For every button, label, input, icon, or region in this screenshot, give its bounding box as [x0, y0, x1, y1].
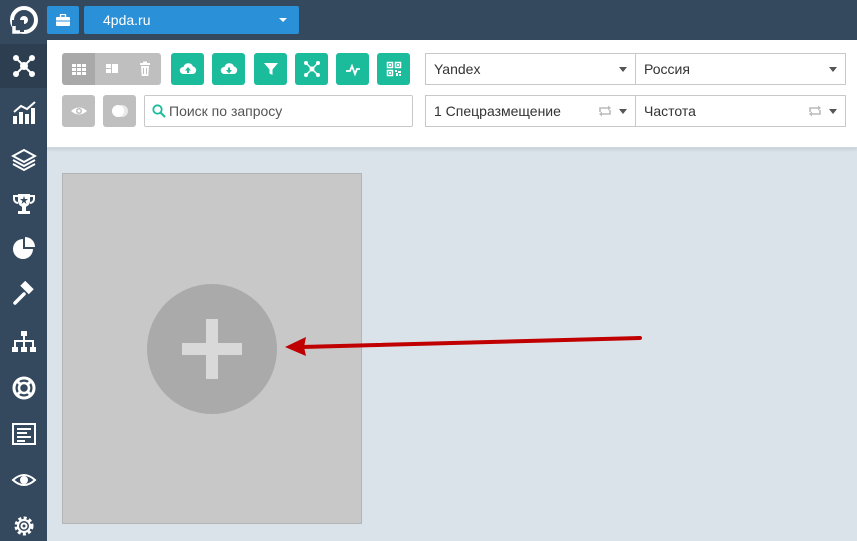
sidebar-item-layers[interactable]: [0, 138, 47, 182]
top-bar: 4pda.ru: [0, 0, 857, 40]
delete-button[interactable]: [128, 53, 161, 85]
list-view-button[interactable]: [95, 53, 128, 85]
toolbar: Yandex Россия 1 Спецразмещение Частота: [47, 40, 857, 148]
site-selector[interactable]: 4pda.ru: [84, 6, 299, 34]
cloud-upload-icon: [179, 63, 196, 74]
sidebar-item-report[interactable]: [0, 412, 47, 456]
chevron-down-icon: [619, 67, 627, 72]
search-engine-value: Yandex: [434, 61, 481, 77]
sidebar-item-support[interactable]: [0, 366, 47, 410]
region-select[interactable]: Россия: [635, 53, 846, 85]
trend-icon: [345, 63, 360, 77]
annotation-arrow: [285, 336, 642, 356]
report-icon: [11, 423, 36, 445]
briefcase-button[interactable]: [47, 6, 79, 34]
sort-value: Частота: [644, 103, 696, 119]
sidebar-item-network[interactable]: [0, 44, 47, 88]
position-select[interactable]: 1 Спецразмещение: [425, 95, 636, 127]
chevron-down-icon: [829, 109, 837, 114]
sidebar-item-settings[interactable]: [0, 504, 47, 541]
app-logo-icon[interactable]: [0, 0, 47, 40]
filter-button[interactable]: [254, 53, 287, 85]
sidebar-item-eye[interactable]: [0, 458, 47, 502]
gear-icon: [14, 516, 33, 536]
sidebar-item-sitemap[interactable]: [0, 320, 47, 364]
refresh-icon: [599, 105, 611, 117]
sidebar-item-trophy[interactable]: [0, 182, 47, 226]
sort-select[interactable]: Частота: [635, 95, 846, 127]
network-icon: [303, 61, 320, 77]
upload-button[interactable]: [171, 53, 204, 85]
chevron-down-icon: [829, 67, 837, 72]
search-engine-select[interactable]: Yandex: [425, 53, 636, 85]
cluster-button[interactable]: [295, 53, 328, 85]
sidebar-item-charts[interactable]: [0, 91, 47, 135]
briefcase-icon: [56, 14, 70, 26]
refresh-icon: [809, 105, 821, 117]
lifebuoy-icon: [12, 376, 35, 400]
gavel-icon: [12, 281, 34, 305]
cloud-download-icon: [220, 63, 237, 74]
network-icon: [12, 55, 35, 77]
eye-icon: [70, 107, 87, 115]
grid-view-button[interactable]: [62, 53, 95, 85]
filter-icon: [263, 63, 278, 75]
position-value: 1 Спецразмещение: [434, 103, 561, 119]
trophy-icon: [12, 194, 35, 214]
trash-icon: [139, 61, 150, 76]
grid-icon: [71, 64, 86, 75]
add-widget-button[interactable]: [147, 284, 277, 414]
toggle-circles-icon: [111, 105, 128, 117]
layers-icon: [10, 148, 37, 172]
qr-button[interactable]: [377, 53, 410, 85]
sidebar: [0, 40, 47, 541]
site-selector-label: 4pda.ru: [103, 12, 151, 28]
sidebar-item-gavel[interactable]: [0, 272, 47, 316]
pie-chart-icon: [12, 237, 35, 259]
columns-icon: [105, 64, 118, 73]
compare-toggle-button[interactable]: [103, 95, 136, 127]
sidebar-item-pie[interactable]: [0, 226, 47, 270]
search-field[interactable]: [144, 95, 413, 127]
sitemap-icon: [11, 331, 36, 352]
chevron-down-icon: [619, 109, 627, 114]
chevron-down-icon: [279, 18, 287, 22]
visibility-toggle-button[interactable]: [62, 95, 95, 127]
download-button[interactable]: [212, 53, 245, 85]
trend-button[interactable]: [336, 53, 369, 85]
search-input[interactable]: [169, 96, 409, 126]
plus-icon-bar: [182, 343, 242, 355]
eye-icon: [11, 474, 36, 486]
region-value: Россия: [644, 61, 690, 77]
search-icon: [152, 104, 166, 118]
qr-code-icon: [386, 61, 401, 77]
chart-icon: [12, 101, 36, 124]
